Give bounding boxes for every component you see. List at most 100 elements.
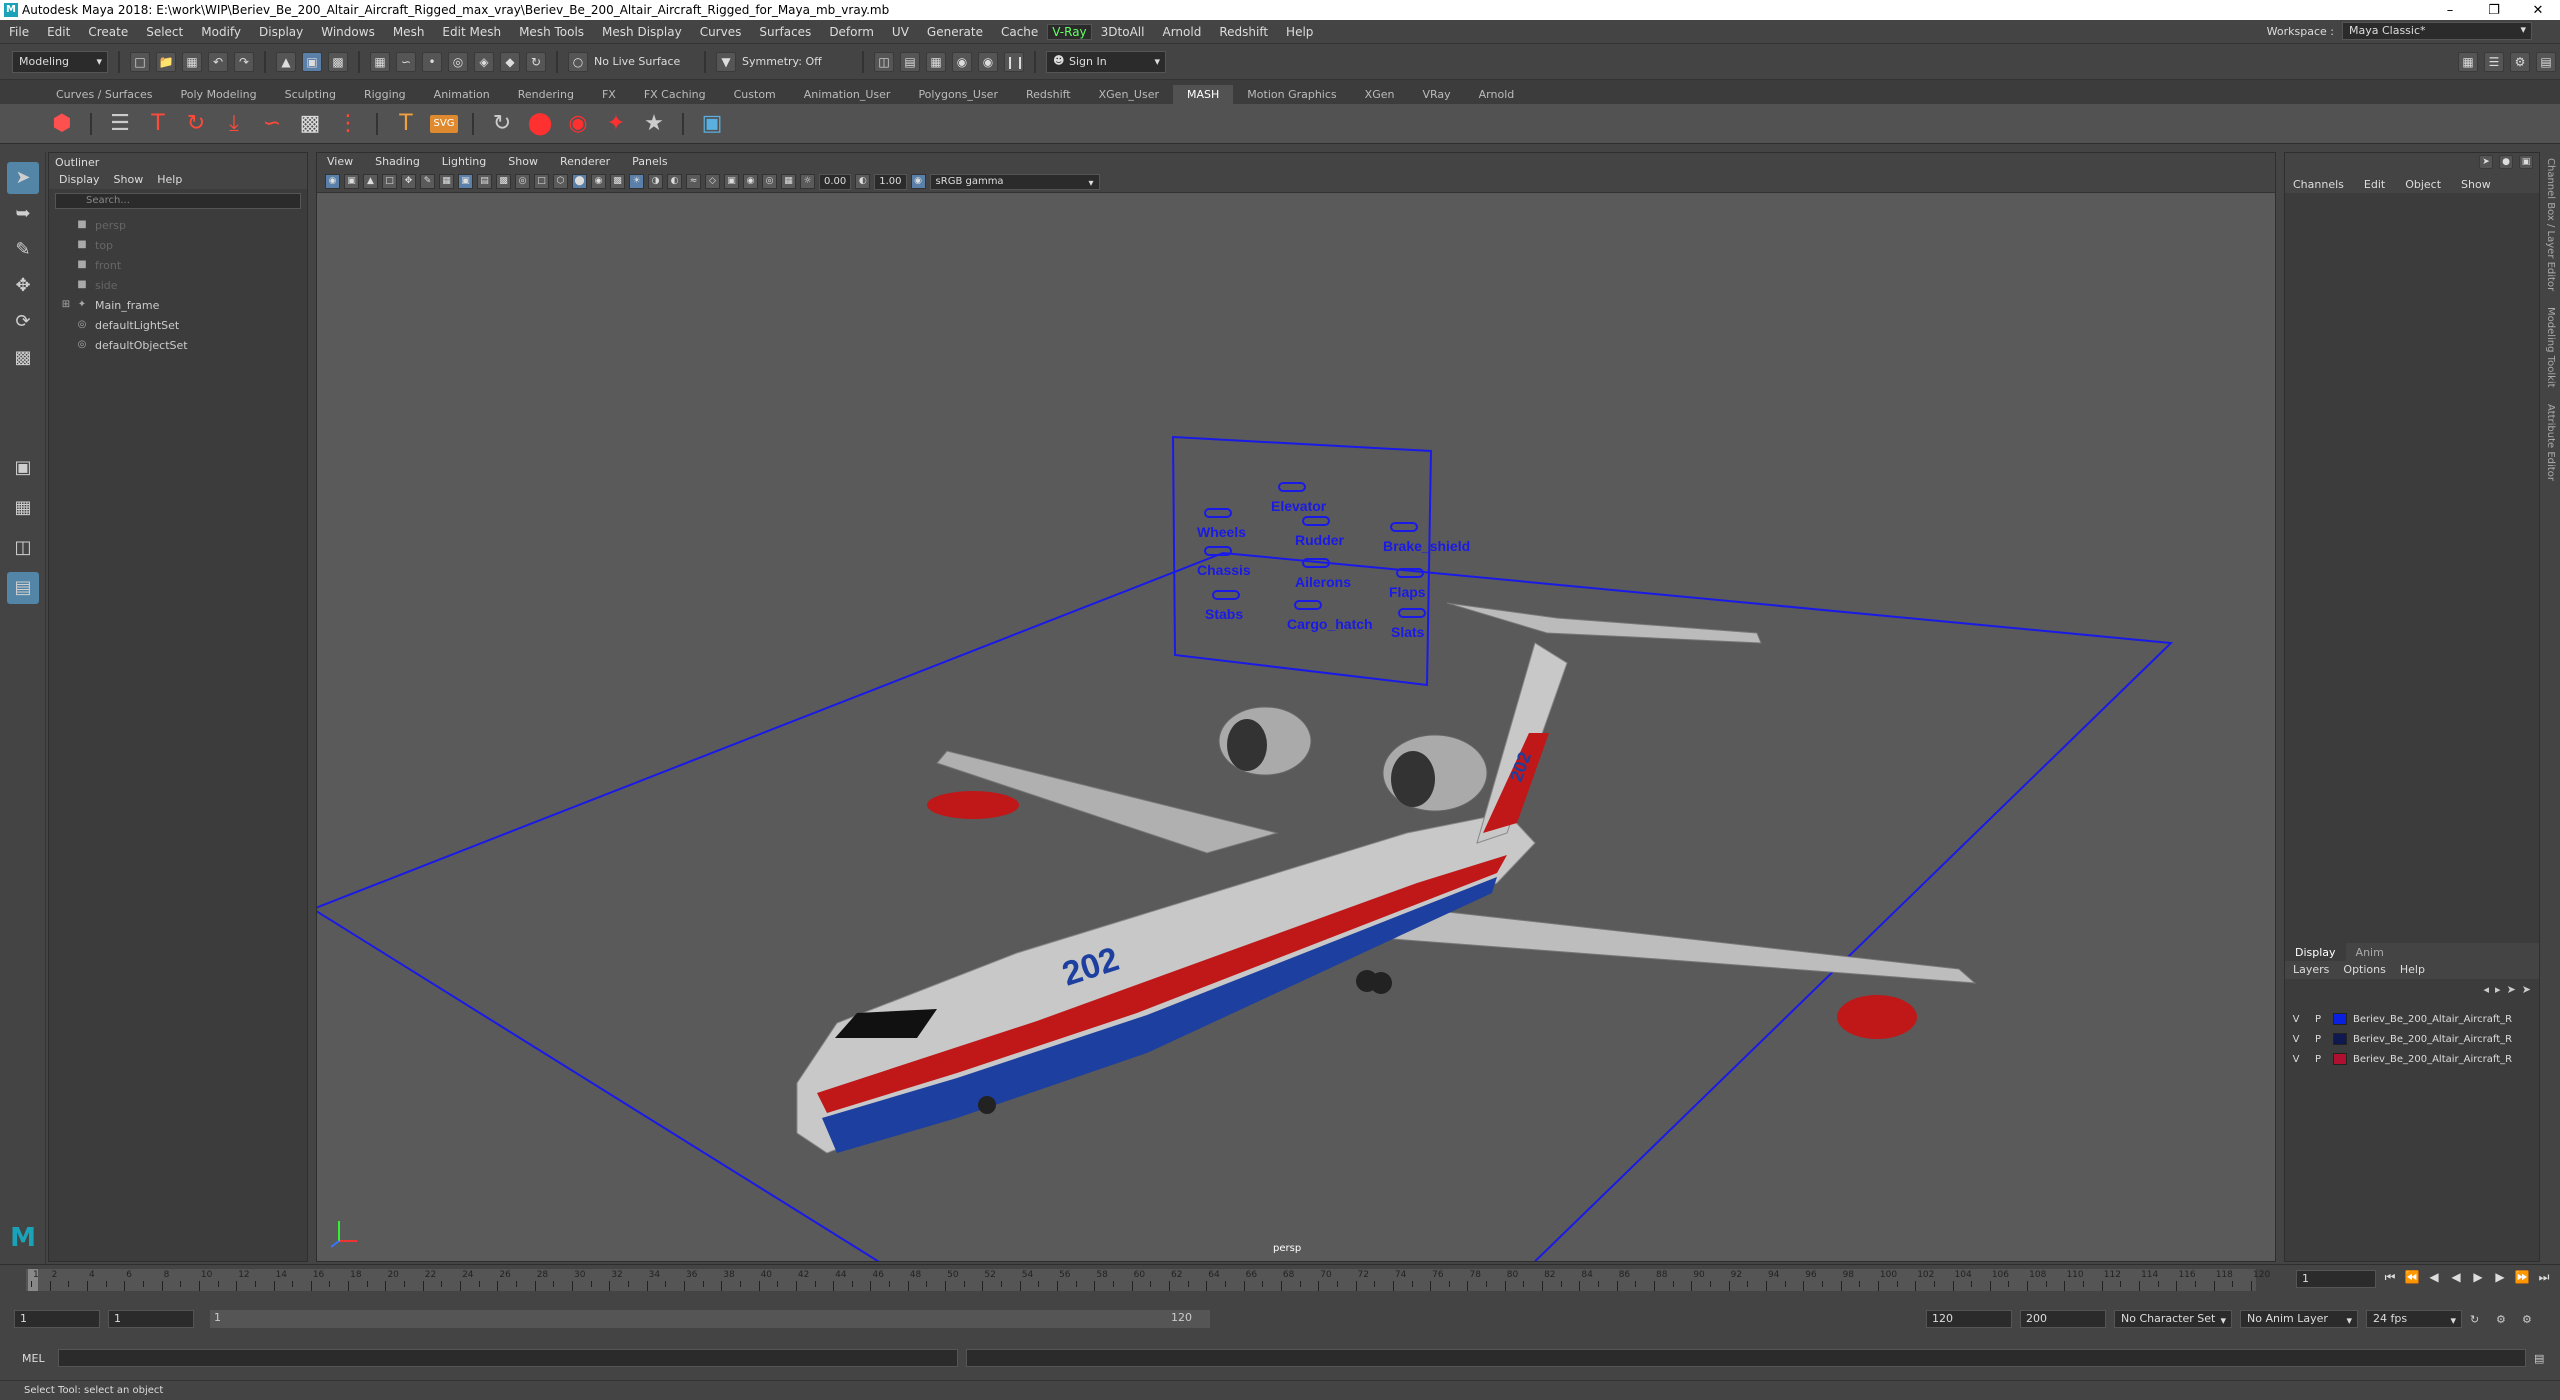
anim-end-field[interactable]: 200 — [2020, 1310, 2106, 1328]
select-tool-icon[interactable]: ➤ — [7, 162, 39, 194]
maximize-icon[interactable]: ❐ — [2472, 3, 2516, 18]
outliner-item[interactable]: ■ side — [49, 275, 307, 295]
outliner-menu-help[interactable]: Help — [157, 173, 182, 187]
curve-node-icon[interactable]: ↻ — [182, 110, 210, 138]
command-input[interactable] — [58, 1349, 958, 1367]
menu-display[interactable]: Display — [250, 25, 312, 39]
menu-generate[interactable]: Generate — [918, 25, 992, 39]
layer-color-swatch[interactable] — [2333, 1033, 2347, 1045]
menu-surfaces[interactable]: Surfaces — [750, 25, 820, 39]
rig-control-wheels[interactable]: Wheels — [1197, 524, 1246, 540]
layer-playback-toggle[interactable]: P — [2307, 1014, 2329, 1025]
expand-icon[interactable]: ⊞ — [59, 299, 73, 311]
layer-move-up-icon[interactable]: ◂ — [2484, 983, 2490, 1001]
playback-end-field[interactable]: 120 — [1926, 1310, 2012, 1328]
rig-control-brake-shield[interactable]: Brake_shield — [1383, 538, 1470, 554]
menu-file[interactable]: File — [0, 25, 38, 39]
menu-modify[interactable]: Modify — [192, 25, 250, 39]
shadows-icon[interactable]: ◑ — [648, 174, 663, 189]
exposure-field[interactable]: 0.00 — [819, 173, 852, 190]
channel-box-menu-show[interactable]: Show — [2461, 178, 2491, 191]
use-lights-icon[interactable]: ☀ — [629, 174, 644, 189]
layer-name[interactable]: Beriev_Be_200_Altair_Aircraft_R — [2353, 1054, 2512, 1065]
viewport-panel[interactable]: View Shading Lighting Show Renderer Panels ◉ … — [316, 152, 2276, 1262]
repro-icon[interactable]: ✦ — [602, 110, 630, 138]
time-slider[interactable]: 1 2 4 6 8 10 12 14 16 18 20 22 24 26 28 30 32 34 36 38 40 42 4… — [0, 1264, 2560, 1294]
outliner-search-input[interactable]: Search... — [55, 193, 301, 209]
svg-tool-icon[interactable]: SVG — [430, 114, 458, 133]
xray-icon[interactable]: ◉ — [743, 174, 758, 189]
rig-control-stabs[interactable]: Stabs — [1205, 606, 1243, 622]
swirl-icon[interactable]: ↻ — [488, 110, 516, 138]
channel-box-menu-object[interactable]: Object — [2405, 178, 2441, 191]
menu-deform[interactable]: Deform — [820, 25, 883, 39]
minimize-icon[interactable]: – — [2428, 3, 2472, 18]
aircraft-model[interactable]: 202 202 — [796, 602, 1977, 1154]
save-scene-icon[interactable]: ▦ — [182, 51, 202, 72]
textured-icon[interactable]: ▩ — [610, 174, 625, 189]
snap-view-icon[interactable]: ◎ — [448, 51, 468, 72]
undo-icon[interactable]: ↶ — [208, 51, 228, 72]
menu-uv[interactable]: UV — [883, 25, 918, 39]
menu-edit-mesh[interactable]: Edit Mesh — [433, 25, 510, 39]
side-tab-attribute-editor[interactable]: Attribute Editor — [2545, 404, 2556, 481]
menu-mesh-tools[interactable]: Mesh Tools — [510, 25, 593, 39]
playback-start-field[interactable]: 1 — [108, 1310, 194, 1328]
render-settings-icon[interactable]: ◉ — [952, 51, 972, 72]
menu-mesh-display[interactable]: Mesh Display — [593, 25, 691, 39]
attribute-editor-icon[interactable]: ☰ — [2484, 51, 2504, 72]
tool-settings-icon[interactable]: ⚙ — [2510, 51, 2530, 72]
film-gate-icon[interactable]: ▣ — [458, 174, 473, 189]
two-view-icon[interactable]: ◫ — [7, 532, 39, 564]
layer-playback-toggle[interactable]: P — [2307, 1054, 2329, 1065]
mash-editor-icon[interactable]: ☰ — [106, 110, 134, 138]
outliner-menu-show[interactable]: Show — [114, 173, 144, 187]
snap-grid-icon[interactable]: ▦ — [370, 51, 390, 72]
shelf-tab-motion-graphics[interactable]: Motion Graphics — [1233, 85, 1350, 104]
outliner-item[interactable]: ◎ defaultObjectSet — [49, 335, 307, 355]
shelf-tab-arnold[interactable]: Arnold — [1465, 85, 1529, 104]
render-view-icon[interactable]: ◫ — [874, 51, 894, 72]
panel-lock-icon[interactable]: ● — [2499, 155, 2513, 169]
layer-row[interactable]: V P Beriev_Be_200_Altair_Aircraft_R — [2285, 1009, 2539, 1029]
shelf-tab-fx-caching[interactable]: FX Caching — [630, 85, 720, 104]
new-layer-icon[interactable]: ➤ — [2507, 983, 2516, 1001]
shelf-tab-custom[interactable]: Custom — [720, 85, 790, 104]
gamma-icon[interactable]: ◐ — [855, 174, 871, 189]
snap-point-icon[interactable]: • — [422, 51, 442, 72]
shelf-tab-redshift[interactable]: Redshift — [1012, 85, 1085, 104]
select-component-icon[interactable]: ▩ — [328, 51, 348, 72]
shelf-tab-fx[interactable]: FX — [588, 85, 630, 104]
panel-float-icon[interactable]: ▣ — [2519, 155, 2533, 169]
rig-control-wheels-handle[interactable] — [1204, 508, 1232, 518]
viewport-menu-panels[interactable]: Panels — [632, 155, 667, 169]
select-camera-icon[interactable]: ◉ — [325, 174, 340, 189]
outliner-item[interactable]: ■ top — [49, 235, 307, 255]
ipr-render-icon[interactable]: ▦ — [926, 51, 946, 72]
open-scene-icon[interactable]: 📁 — [156, 51, 176, 72]
isolate-select-icon[interactable]: ▣ — [724, 174, 739, 189]
layer-row[interactable]: V P Beriev_Be_200_Altair_Aircraft_R — [2285, 1029, 2539, 1049]
spline-node-icon[interactable]: ∽ — [258, 110, 286, 138]
symmetry-label[interactable]: Symmetry: Off — [742, 55, 852, 68]
paint-select-icon[interactable]: ✎ — [7, 234, 39, 266]
step-forward-key-icon[interactable]: ⏩ — [2514, 1270, 2530, 1288]
range-slider[interactable]: 1 120 — [210, 1310, 1210, 1328]
loop-icon[interactable]: ↻ — [2470, 1313, 2488, 1326]
flight-node-icon[interactable]: ▩ — [296, 110, 324, 138]
anti-alias-icon[interactable]: ◇ — [705, 174, 720, 189]
layer-visibility-toggle[interactable]: V — [2285, 1014, 2307, 1025]
shelf-tab-animation[interactable]: Animation — [420, 85, 504, 104]
rig-control-stabs-handle[interactable] — [1212, 590, 1240, 600]
current-frame-field[interactable]: 1 — [2296, 1270, 2376, 1288]
layer-tab-anim[interactable]: Anim — [2346, 943, 2394, 961]
layer-move-down-icon[interactable]: ▸ — [2495, 983, 2501, 1001]
auto-key-icon[interactable]: ⚙ — [2496, 1313, 2514, 1326]
rig-control-cargo-hatch-handle[interactable] — [1294, 600, 1322, 610]
menu-mesh[interactable]: Mesh — [384, 25, 434, 39]
hypershade-icon[interactable]: ◉ — [978, 51, 998, 72]
channel-box-menu-channels[interactable]: Channels — [2293, 178, 2344, 191]
field-chart-icon[interactable]: ◎ — [515, 174, 530, 189]
menu-v-ray[interactable]: V-Ray — [1047, 23, 1092, 40]
viewport-menu-lighting[interactable]: Lighting — [442, 155, 486, 169]
